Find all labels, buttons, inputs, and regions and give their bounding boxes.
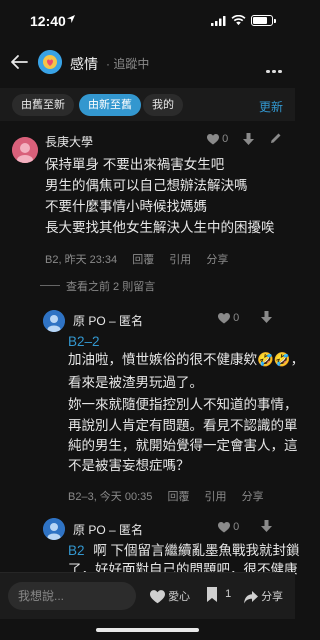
share-button[interactable]: 分享 xyxy=(206,254,228,266)
share-icon xyxy=(244,590,258,604)
share-button[interactable]: 分享 xyxy=(244,588,283,604)
bottom-action-bar: 我想說... 愛心 1 分享 xyxy=(0,572,295,619)
reply-line: 啊 下個留言繼續亂墨魚戰我就封鎖 xyxy=(93,543,300,558)
reply-floor-time: B2–3, 今天 00:35 xyxy=(68,491,153,503)
reply-author[interactable]: 原 PO – 匿名 xyxy=(73,521,143,538)
reply-line: 再說別人肯定有問題。看見不認識的單 xyxy=(68,418,298,433)
follow-status[interactable]: · 追蹤中 xyxy=(106,55,149,72)
sort-bar: 由舊至新 由新至舊 我的 更新 xyxy=(0,88,295,121)
share-button[interactable]: 分享 xyxy=(242,491,264,503)
status-time: 12:40 xyxy=(30,13,66,29)
battery-icon xyxy=(251,15,273,26)
wifi-icon xyxy=(231,15,246,26)
share-label: 分享 xyxy=(261,591,284,603)
reply-line: 妳一來就隨便指控別人不知道的事情， xyxy=(68,397,298,412)
heart-icon xyxy=(150,590,165,604)
downvote-icon[interactable] xyxy=(243,133,254,145)
board-logo-icon[interactable] xyxy=(38,50,62,74)
comment-line: 男生的偶焦可以自己想辦法解決嗎 xyxy=(45,178,248,193)
reply-like-group: 0 xyxy=(218,521,239,533)
sort-tab-newest[interactable]: 由新至舊 xyxy=(79,94,141,116)
reply-input[interactable]: 我想說... xyxy=(8,582,136,610)
bookmark-count: 1 xyxy=(225,588,232,601)
avatar[interactable] xyxy=(43,518,65,540)
reply-like-group: 0 xyxy=(218,312,239,324)
comment-line: 保持單身 不要出來禍害女生吧 xyxy=(45,157,225,172)
edit-icon[interactable] xyxy=(270,132,282,144)
reply-line: 純的男生，就開始覺得一定會害人，這 xyxy=(68,438,298,453)
comment-line: 長大要找其他女生解決人生中的困擾唉 xyxy=(45,220,275,235)
reply-line-group: B2 啊 下個留言繼續亂墨魚戰我就封鎖 xyxy=(68,542,300,560)
sort-tab-mine[interactable]: 我的 xyxy=(143,94,183,116)
signal-icon xyxy=(211,16,226,26)
board-title[interactable]: 感情 xyxy=(70,54,98,74)
comment-author[interactable]: 長庚大學 xyxy=(45,133,93,150)
reply-line: 不是被害妄想症嗎？ xyxy=(68,458,190,473)
reply-floor-ref[interactable]: B2 xyxy=(68,543,85,558)
quote-button[interactable]: 引用 xyxy=(205,491,227,503)
reply-like-count: 0 xyxy=(233,312,240,324)
update-button[interactable]: 更新 xyxy=(259,98,283,115)
home-indicator xyxy=(96,628,199,632)
quote-button[interactable]: 引用 xyxy=(169,254,191,266)
bookmark-icon xyxy=(207,587,217,602)
downvote-icon[interactable] xyxy=(261,311,272,323)
comment-floor-time: B2, 昨天 23:34 xyxy=(45,254,118,266)
comment-line: 不要什麼事情小時候找媽媽 xyxy=(45,199,207,214)
reply-meta: B2–3, 今天 00:35 回覆 引用 分享 xyxy=(68,488,276,504)
reply-button[interactable]: 回覆 xyxy=(167,491,189,503)
comment-like-group: 0 xyxy=(207,133,228,145)
reply-button[interactable]: 回覆 xyxy=(132,254,154,266)
heart-icon[interactable] xyxy=(218,521,230,533)
view-previous-comments[interactable]: 查看之前 2 則留言 xyxy=(66,278,155,294)
reply-author[interactable]: 原 PO – 匿名 xyxy=(73,312,143,329)
heart-icon[interactable] xyxy=(207,133,219,145)
bookmark-button[interactable]: 1 xyxy=(206,587,231,602)
comment-meta: B2, 昨天 23:34 回覆 引用 分享 xyxy=(45,251,240,267)
comment-like-count: 0 xyxy=(222,133,229,145)
downvote-icon[interactable] xyxy=(261,520,272,532)
sort-tab-oldest[interactable]: 由舊至新 xyxy=(12,94,74,116)
reply-line: 加油啦，憤世嫉俗的很不健康欸🤣🤣， xyxy=(68,352,305,367)
location-arrow-icon xyxy=(66,14,76,27)
love-label: 愛心 xyxy=(168,591,191,603)
avatar[interactable] xyxy=(12,137,38,163)
battery-cap xyxy=(274,19,276,23)
avatar[interactable] xyxy=(43,310,65,332)
more-options-icon[interactable] xyxy=(266,60,284,78)
reply-line: 看來是被渣男玩過了。 xyxy=(68,375,203,390)
reply-floor-ref[interactable]: B2–2 xyxy=(68,333,100,351)
back-arrow-icon[interactable] xyxy=(10,54,28,70)
divider xyxy=(40,285,60,286)
love-button[interactable]: 愛心 xyxy=(150,588,190,604)
reply-like-count: 0 xyxy=(233,521,240,533)
heart-icon[interactable] xyxy=(218,312,230,324)
